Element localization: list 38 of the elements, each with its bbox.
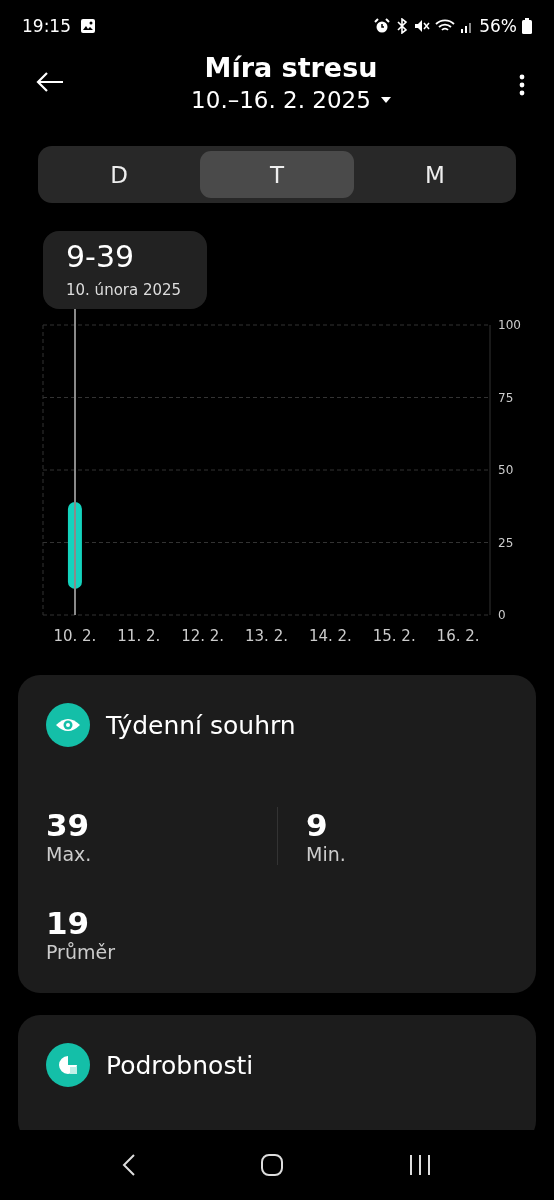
tooltip-date: 10. února 2025 — [66, 281, 183, 299]
x-axis-label: 13. 2. — [245, 627, 288, 645]
stat-value: 19 — [46, 905, 91, 941]
pie-chart-icon — [46, 1043, 90, 1087]
alarm-icon — [374, 18, 391, 34]
more-icon — [519, 74, 525, 96]
tooltip-value: 9-39 — [66, 239, 136, 275]
card-title: Týdenní souhrn — [106, 710, 296, 740]
x-axis-label: 11. 2. — [117, 627, 161, 645]
battery-percent: 56% — [479, 16, 517, 36]
x-axis-label: 16. 2. — [436, 627, 480, 645]
stat-label: Min. — [306, 843, 347, 865]
mute-icon — [414, 18, 431, 34]
card-title: Podrobnosti — [106, 1050, 254, 1080]
caret-icon — [380, 97, 391, 103]
y-axis-label: 50 — [498, 463, 514, 477]
bluetooth-icon — [395, 18, 410, 34]
x-axis-label: 12. 2. — [181, 627, 225, 645]
y-axis-label: 100 — [498, 318, 521, 332]
period-tab[interactable]: D — [42, 151, 196, 198]
stat-label: Max. — [46, 843, 93, 865]
gallery-icon — [80, 18, 96, 34]
y-axis-label: 25 — [498, 535, 514, 550]
y-axis-label: 75 — [498, 390, 514, 405]
y-axis-label: 0 — [498, 608, 506, 622]
status-time: 19:15 — [22, 16, 71, 36]
stat-value: 39 — [46, 807, 91, 843]
x-axis-label: 15. 2. — [372, 627, 416, 645]
stat-label: Průměr — [46, 941, 116, 963]
x-axis-label: 10. 2. — [53, 627, 97, 645]
eye-icon — [46, 703, 90, 747]
battery-icon — [522, 18, 532, 34]
period-tab[interactable]: M — [358, 151, 512, 198]
x-axis-label: 14. 2. — [308, 627, 352, 645]
stat-value: 9 — [306, 807, 329, 843]
page-title: Míra stresu — [204, 52, 378, 83]
period-tab[interactable]: T — [200, 151, 354, 198]
date-range-dropdown[interactable]: 10.–16. 2. 2025 — [191, 87, 391, 113]
